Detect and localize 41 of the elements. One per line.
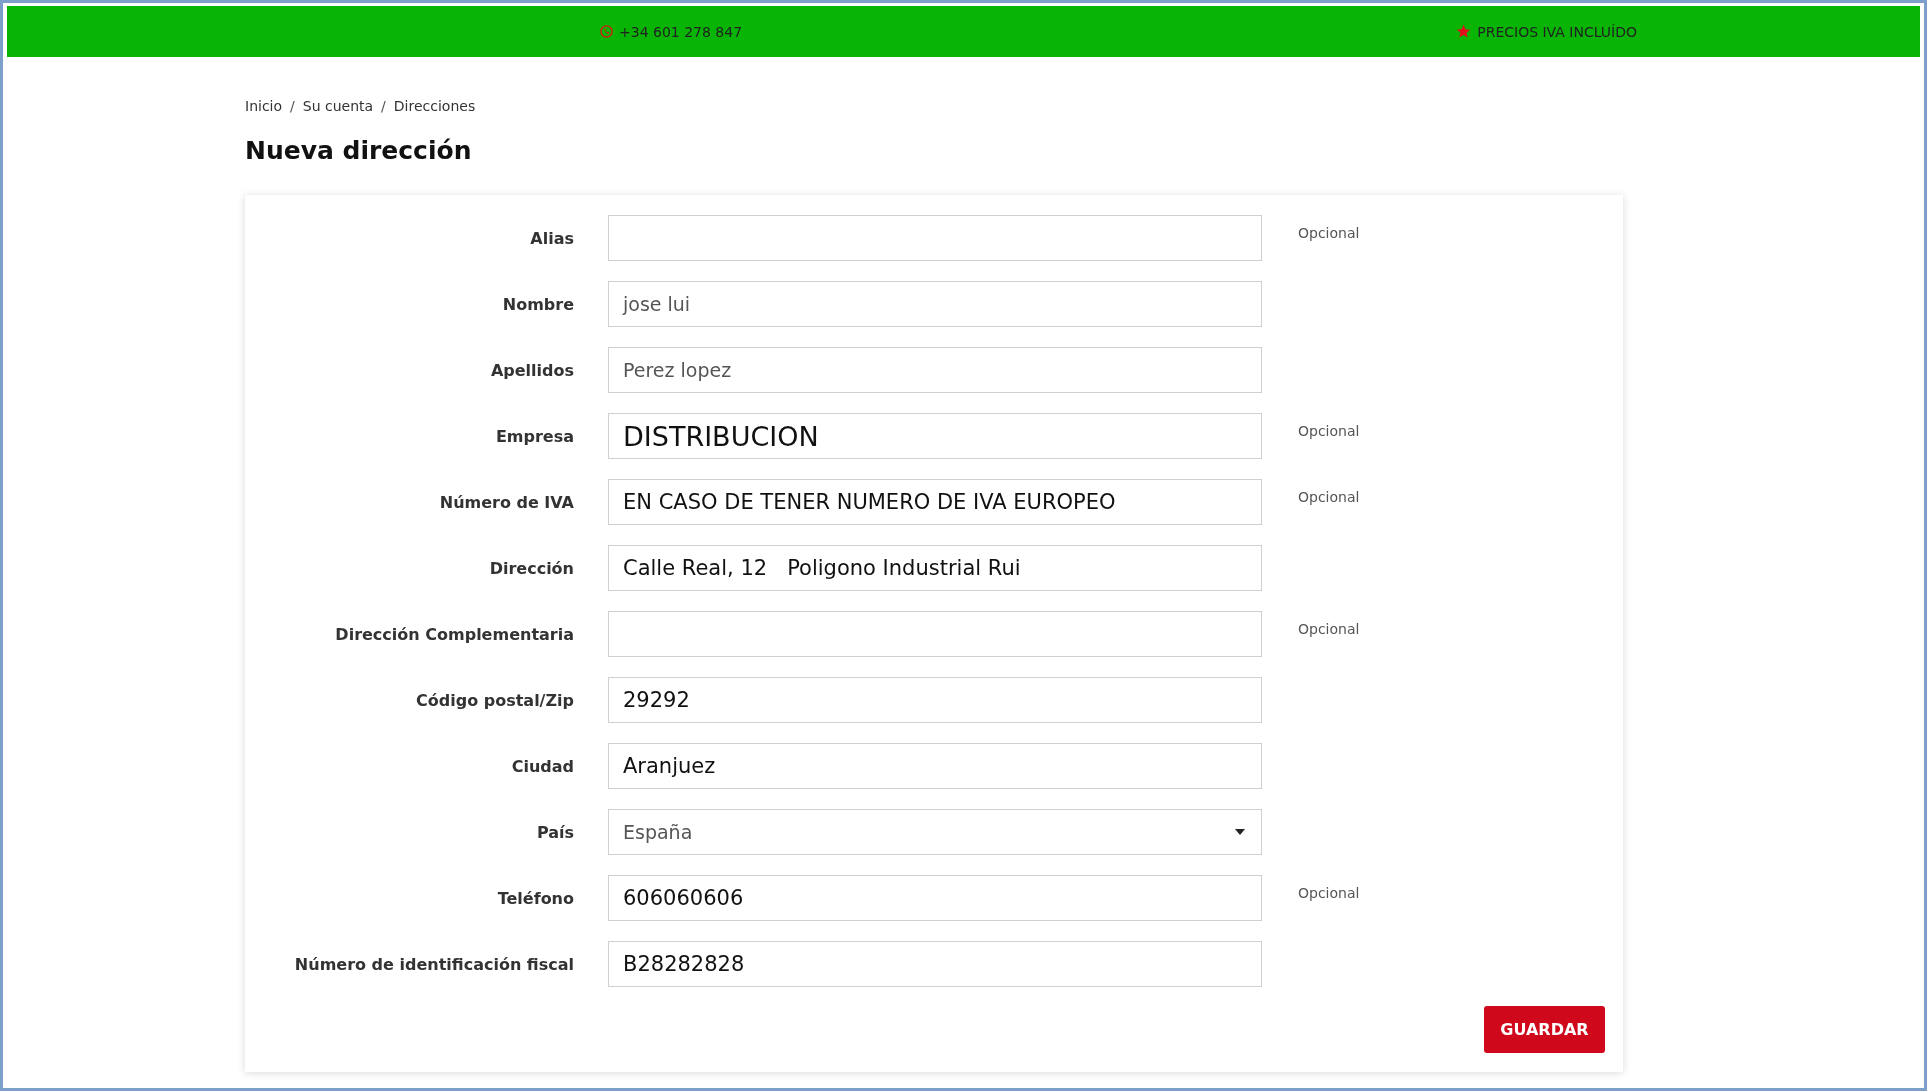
breadcrumb-separator: / [290,98,295,114]
field-label: Dirección [488,558,575,578]
optional-note: Opcional [1298,885,1360,901]
input-field[interactable]: 29292 [608,677,1262,723]
input-field[interactable]: jose lui [608,281,1262,327]
field-label: Ciudad [510,756,575,776]
optional-note: Opcional [1298,225,1360,241]
field-label: Alias [529,228,575,248]
optional-note: Opcional [1298,621,1360,637]
field-label: Dirección Complementaria [334,624,575,644]
breadcrumb-link[interactable]: Direcciones [393,98,476,114]
field-label: Número de IVA [438,492,575,512]
input-field[interactable]: DISTRIBUCION [608,413,1262,459]
phone-number[interactable]: +34 601 278 847 [619,23,743,40]
phone-icon [600,25,613,38]
page-title: Nueva dirección [245,136,473,165]
select-field[interactable]: España [608,809,1262,855]
breadcrumb-separator: / [381,98,386,114]
input-field[interactable]: Aranjuez [608,743,1262,789]
input-field[interactable] [608,611,1262,657]
input-field[interactable]: 606060606 [608,875,1262,921]
field-label: Teléfono [496,888,575,908]
input-field[interactable] [608,215,1262,261]
input-field[interactable]: EN CASO DE TENER NUMERO DE IVA EUROPEO [608,479,1262,525]
field-label: Nombre [501,294,575,314]
optional-note: Opcional [1298,489,1360,505]
field-label: Empresa [494,426,575,446]
input-field[interactable]: Perez lopez [608,347,1262,393]
field-label: Número de identificación fiscal [293,954,575,974]
optional-note: Opcional [1298,423,1360,439]
field-label: País [535,822,575,842]
star-icon [1456,24,1472,39]
field-label: Apellidos [489,360,575,380]
field-label: Código postal/Zip [415,690,575,710]
input-field[interactable]: B28282828 [608,941,1262,987]
save-button[interactable]: GUARDAR [1484,1006,1605,1053]
caret-icon [1235,829,1245,835]
breadcrumb-link[interactable]: Inicio [245,98,283,114]
notice-text: PRECIOS IVA INCLUÍDO [1477,23,1637,40]
breadcrumb-link[interactable]: Su cuenta [302,98,374,114]
input-field[interactable]: Calle Real, 12 Poligono Industrial Rui [608,545,1262,591]
